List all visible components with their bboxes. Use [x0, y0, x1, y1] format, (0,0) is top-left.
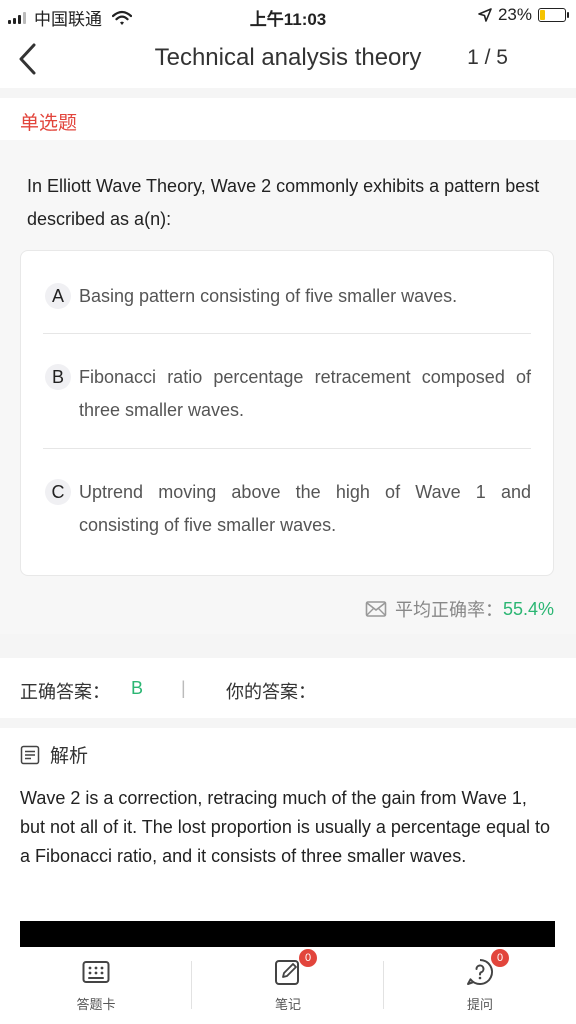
analysis-header: 解析	[20, 741, 88, 768]
correct-answer-value: B	[131, 678, 144, 698]
analysis-text: Wave 2 is a correction, retracing much o…	[20, 788, 550, 866]
notes-icon: 0	[273, 949, 317, 987]
option-letter: C	[45, 479, 71, 505]
answer-card-icon	[81, 957, 111, 987]
status-bar: 中国联通 上午11:03 23%	[0, 0, 576, 30]
option-letter: A	[45, 283, 71, 309]
question-type-label: 单选题	[20, 113, 78, 134]
ask-badge: 0	[491, 949, 509, 967]
battery-icon	[538, 8, 569, 22]
option-text: Uptrend moving above the high of Wave 1 …	[79, 482, 531, 535]
question-area: In Elliott Wave Theory, Wave 2 commonly …	[0, 140, 576, 634]
option-divider	[43, 333, 531, 334]
redacted-bar	[20, 921, 555, 947]
option-divider	[43, 448, 531, 449]
average-accuracy: 平均正确率： 55.4%	[365, 596, 554, 622]
tab-label: 提问	[466, 997, 493, 1012]
location-arrow-icon	[478, 8, 492, 22]
your-answer-label: 你的答案：	[226, 682, 316, 702]
option-text: Fibonacci ratio percentage retracement c…	[79, 367, 531, 420]
question-progress: 1 / 5	[467, 46, 508, 69]
tab-label: 答题卡	[76, 997, 116, 1012]
options-card: A Basing pattern consisting of five smal…	[20, 250, 554, 576]
tab-answer-card[interactable]: 答题卡	[0, 957, 192, 1013]
notes-badge: 0	[299, 949, 317, 967]
battery-level-fill	[540, 10, 545, 20]
option-text: Basing pattern consisting of five smalle…	[79, 286, 458, 306]
analysis-title: 解析	[50, 746, 89, 767]
tab-notes[interactable]: 0 笔记	[192, 949, 384, 1013]
separator	[0, 88, 576, 98]
separator	[0, 718, 576, 728]
tab-label: 笔记	[274, 997, 301, 1012]
nav-bar: Technical analysis theory 1 / 5	[0, 30, 576, 88]
mail-icon	[365, 601, 387, 617]
battery-info: 23%	[478, 5, 569, 25]
accuracy-value: 55.4%	[502, 598, 554, 619]
option-letter: B	[45, 364, 71, 390]
bottom-tab-bar: 答题卡 0 笔记 0 提问	[0, 947, 576, 1024]
answer-separator: |	[181, 678, 186, 698]
battery-percent: 23%	[497, 5, 532, 24]
correct-answer-label: 正确答案：	[20, 682, 110, 702]
question-icon: 0	[465, 949, 509, 987]
question-text: In Elliott Wave Theory, Wave 2 commonly …	[27, 176, 540, 229]
accuracy-label: 平均正确率：	[394, 600, 503, 620]
document-icon	[20, 745, 40, 764]
separator	[0, 634, 576, 658]
tab-ask[interactable]: 0 提问	[384, 949, 576, 1013]
answer-row: 正确答案： B | 你的答案：	[0, 658, 576, 718]
